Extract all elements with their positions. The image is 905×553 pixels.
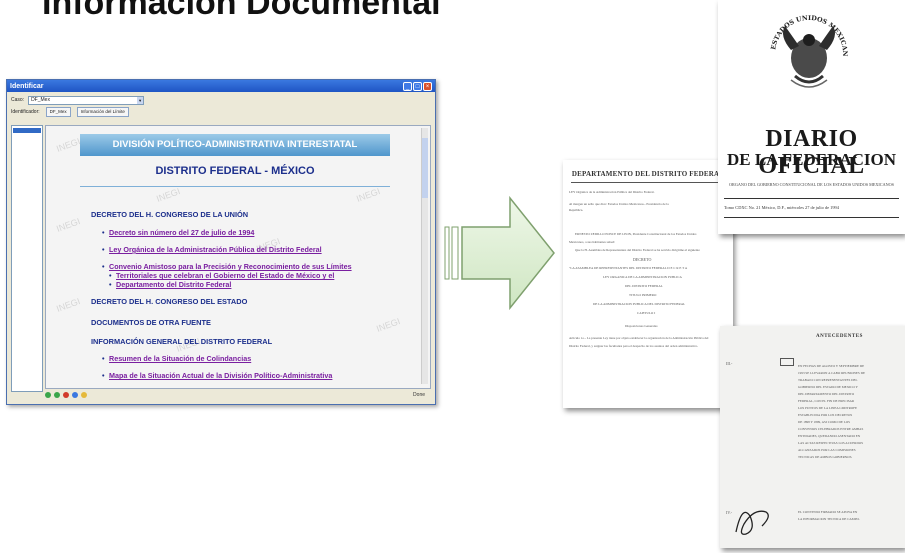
watermark: INEGI [55, 296, 82, 314]
status-text: Done [413, 392, 425, 398]
doc1-line: Al margen un sello que dice: Estados Uni… [569, 202, 669, 206]
home-icon[interactable] [81, 392, 87, 398]
doc3-line: GOBIERNO DEL ESTADO DE MEXICO Y [798, 385, 858, 389]
doc3-line: 1993 SE LLEVARON A CABO REUNIONES DE [798, 371, 865, 375]
identifier-list[interactable] [11, 125, 43, 392]
watermark: INEGI [355, 186, 382, 204]
vertical-scrollbar[interactable] [421, 128, 428, 384]
doc1-line: Distrito Federal, y asignar las facultad… [569, 344, 699, 348]
stop-icon[interactable] [63, 392, 69, 398]
maximize-icon[interactable]: □ [413, 81, 422, 91]
section-heading: DOCUMENTOS DE OTRA FUENTE [91, 318, 211, 327]
doc1-line: DEL DISTRITO FEDERAL [625, 284, 663, 288]
watermark: INEGI [55, 216, 82, 234]
doc1-line: Mexicanos, a sus habitantes sabed: [569, 240, 616, 244]
watermark: INEGI [155, 186, 182, 204]
divider [571, 182, 725, 183]
margin-mark: III.- [726, 361, 733, 366]
link-mapa[interactable]: Mapa de la Situación Actual de la Divisi… [102, 371, 332, 380]
document-viewer[interactable]: INEGI INEGI INEGI INEGI INEGI INEGI INEG… [45, 125, 431, 389]
window-titlebar[interactable]: Identificar _ □ × [7, 80, 435, 92]
doc1-line: República. [569, 208, 584, 212]
forward-icon[interactable] [54, 392, 60, 398]
tab-informacion-limite[interactable]: Información del Límite [76, 107, 129, 117]
status-bar: Done [45, 389, 429, 401]
banner-title: DIVISIÓN POLÍTICO-ADMINISTRATIVA INTERES… [80, 134, 390, 156]
doc3-line: ESTABLECIDA POR LOS DECRETOS [798, 413, 853, 417]
flow-arrow-icon [444, 195, 556, 318]
section-heading: DECRETO DEL H. CONGRESO DE LA UNIÓN [91, 210, 249, 219]
doc1-line: Disposiciones Generales [625, 324, 658, 328]
doc1-title: DEPARTAMENTO DEL DISTRITO FEDERAL [571, 170, 725, 178]
doc3-line: TECNICAS DE AMBOS GOBIERNOS. [798, 455, 853, 459]
doc1-line: DE LA ADMINISTRACION PUBLICA DEL DISTRIT… [593, 302, 686, 306]
doc3-line: DE 1898 Y 1899, ASI COMO DE LOS [798, 420, 850, 424]
tab-df-mex[interactable]: DF_Mex [45, 107, 71, 117]
doc1-line: LEY Orgánica de la Administración Públic… [569, 190, 655, 194]
doc3-line: DEL DEPARTAMENTO DEL DISTRITO [798, 392, 855, 396]
link-decreto[interactable]: Decreto sin número del 27 de julio de 19… [102, 228, 254, 237]
link-convenio-line2[interactable]: Territoriales que celebran el Gobierno d… [109, 271, 334, 280]
doc3-line: ENTIDADES, QUEDANDO ASENTADO EN [798, 434, 861, 438]
document-antecedentes: ANTECEDENTES III.- EN FECHAS DE AGOSTO Y… [720, 326, 905, 548]
caso-row: Caso: DF_Mex ▼ [7, 92, 435, 106]
caso-value: DF_Mex [31, 96, 50, 103]
document-ley-organica: DEPARTAMENTO DEL DISTRITO FEDERAL LEY Or… [563, 160, 733, 408]
identificador-row: Identificador: DF_Mex Información del Lí… [7, 106, 435, 118]
chevron-down-icon[interactable]: ▼ [137, 96, 144, 104]
signature-icon [735, 510, 769, 535]
diario-organ: ORGANO DEL GOBIERNO CONSTITUCIONAL DE LO… [729, 182, 894, 187]
doc1-line: TITULO PRIMERO [629, 293, 657, 297]
watermark: INEGI [55, 136, 82, 154]
doc3-line: ALCANZADOS POR LAS COMISIONES [798, 448, 856, 452]
link-convenio[interactable]: Convenio Amistoso para la Precisión y Re… [102, 262, 352, 271]
doc1-line: ERNESTO ZEDILLO PONCE DE LEON, President… [575, 232, 697, 236]
scrollbar-thumb[interactable] [422, 138, 428, 198]
doc3-line: EN FECHAS DE AGOSTO Y SEPTIEMBRE DE [798, 364, 865, 368]
identificar-window: Identificar _ □ × Caso: DF_Mex ▼ Identif… [6, 79, 436, 405]
doc3-line: LA INFORMACION TECNICA DE CAMPO. [798, 517, 860, 521]
doc3-line: FEDERAL, CON EL FIN DE PRECISAR [798, 399, 855, 403]
section-heading: INFORMACIÓN GENERAL DEL DISTRITO FEDERAL [91, 337, 273, 346]
doc1-line: CAPITULO I [637, 311, 656, 315]
identificador-label: Identificador: [11, 109, 40, 115]
link-convenio-line3[interactable]: Departamento del Distrito Federal [109, 280, 231, 289]
caso-select[interactable]: DF_Mex ▼ [28, 95, 145, 105]
stamp-box [780, 358, 794, 366]
diario-subtitle: DE LA FEDERACION [726, 150, 897, 169]
window-title: Identificar [10, 82, 44, 90]
doc1-line: DECRETO [633, 257, 652, 262]
refresh-icon[interactable] [72, 392, 78, 398]
doc3-line: LAS ACTAS RESPECTIVAS LOS ACUERDOS [798, 441, 864, 445]
minimize-icon[interactable]: _ [403, 81, 412, 91]
doc3-line: EL CONVENIO FIRMADO SE APOYA EN [798, 510, 858, 514]
doc3-line: TRABAJO CON REPRESENTANTES DEL [798, 378, 858, 382]
diario-footer: Tomo CDXC No. 21 México, D.F., miércoles… [724, 198, 899, 218]
slide-title: Información Documental [42, 0, 441, 22]
back-icon[interactable] [45, 392, 51, 398]
list-item-selected[interactable] [13, 128, 41, 133]
doc3-line: LOS PUNTOS DE LA LINEA LIMITROFE [798, 406, 858, 410]
document-diario-oficial: ESTADOS UNIDOS MEXICANOS DIARIO OFICIAL … [718, 0, 905, 234]
page-subtitle: DISTRITO FEDERAL - MÉXICO [80, 156, 390, 187]
doc3-title: ANTECEDENTES [816, 334, 863, 339]
doc1-line: "LA ASAMBLEA DE REPRESENTANTES DEL DISTR… [569, 266, 688, 270]
caso-label: Caso: [11, 97, 25, 103]
doc3-line: CONVENIOS CELEBRADOS ENTRE AMBAS [798, 427, 864, 431]
link-ley-organica[interactable]: Ley Orgánica de la Administración Públic… [102, 245, 322, 254]
eagle-seal-icon: ESTADOS UNIDOS MEXICANOS [765, 6, 849, 88]
link-resumen[interactable]: Resumen de la Situación de Colindancias [102, 354, 251, 363]
watermark: INEGI [375, 316, 402, 334]
doc1-line: Que la H. Asamblea de Representantes del… [575, 248, 700, 252]
section-heading: DECRETO DEL H. CONGRESO DEL ESTADO [91, 297, 248, 306]
doc1-line: Artículo 1o.- La presente Ley tiene por … [569, 336, 709, 340]
close-icon[interactable]: × [423, 81, 432, 91]
doc1-line: LEY ORGANICA DE LA ADMINISTRACION PUBLIC… [603, 275, 682, 279]
